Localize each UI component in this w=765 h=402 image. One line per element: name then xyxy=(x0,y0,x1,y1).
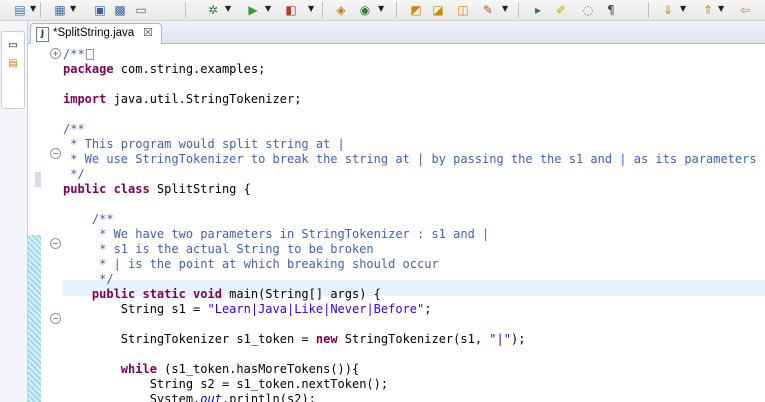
code-line-10: * We have two parameters in StringTokeni… xyxy=(63,227,490,241)
code-line-3: import java.util.StringTokenizer; xyxy=(63,92,302,106)
main-toolbar: ▤ ▦ ▣ ▩ ▭ ✲ ▶ ◧ ◈ ◉ ◩ ◪ ◫ ✎ ▸ ✐ ◌ ¶ ⇓ ⇑ ⇦ ▼ ▼ ▼ ▼ ▼ ▼ ▼ ▼ ▼ xyxy=(0,0,765,21)
dropdown-arrow-icon[interactable]: ▼ xyxy=(680,4,686,13)
open-task-icon[interactable]: ◪ xyxy=(430,2,446,18)
back-icon[interactable]: ⇦ xyxy=(737,2,753,18)
code-line-18: String s2 = s1_token.nextToken(); xyxy=(63,377,389,391)
new-wizard-icon[interactable]: ▦ xyxy=(52,2,68,18)
dropdown-arrow-icon[interactable]: ▼ xyxy=(378,4,384,13)
code-line-5: * This program would split string at | xyxy=(63,137,345,151)
toolbar-separator xyxy=(396,2,397,18)
block-selection-icon[interactable]: ◌ xyxy=(580,2,596,18)
code-line-4: /** xyxy=(63,122,85,136)
toolbar-separator xyxy=(322,2,323,18)
dropdown-arrow-icon[interactable]: ▼ xyxy=(225,4,231,13)
code-line-13: */ xyxy=(63,272,114,286)
dropdown-arrow-icon[interactable]: ▼ xyxy=(308,4,314,13)
run-icon[interactable]: ▶ xyxy=(245,2,261,18)
collapsed-comment-icon[interactable] xyxy=(85,49,94,60)
toolbar-separator xyxy=(518,2,519,18)
new-icon[interactable]: ▤ xyxy=(12,2,28,18)
dropdown-arrow-icon[interactable]: ▼ xyxy=(70,4,76,13)
expand-fold-icon[interactable]: + xyxy=(50,48,61,59)
close-tab-icon[interactable]: ☒ xyxy=(143,26,153,39)
code-line-9: /** xyxy=(63,212,114,226)
toolbar-separator xyxy=(185,2,186,18)
quick-diff-marker xyxy=(35,172,41,187)
code-line-1: /** xyxy=(63,47,94,62)
code-line-2: package com.string.examples; xyxy=(63,62,266,76)
code-line-14: public static void main(String[] args) { xyxy=(63,287,381,301)
tab-splitstring-java[interactable]: J *SplitString.java ☒ xyxy=(30,23,162,44)
code-line-16: StringTokenizer s1_token = new StringTok… xyxy=(63,332,526,346)
editor-tab-bar: J *SplitString.java ☒ xyxy=(28,21,765,44)
previous-annotation-icon[interactable]: ⇑ xyxy=(700,2,716,18)
change-ruler xyxy=(28,235,41,402)
collapse-fold-icon[interactable]: − xyxy=(50,148,61,159)
code-line-11: * s1 is the actual String to be broken xyxy=(63,242,374,256)
code-line-17: while (s1_token.hasMoreTokens()){ xyxy=(63,362,360,376)
external-tools-icon[interactable]: ◧ xyxy=(283,2,299,18)
new-class-icon[interactable]: ◉ xyxy=(357,2,373,18)
left-side-panel: ▭ ▤ xyxy=(0,21,28,402)
code-line-6: * We use StringTokenizer to break the st… xyxy=(63,152,757,166)
search-folder-icon[interactable]: ◫ xyxy=(455,2,471,18)
toolbar-separator xyxy=(40,2,41,18)
new-java-project-icon[interactable]: ◈ xyxy=(333,2,349,18)
code-line-15: String s1 = "Learn|Java|Like|Never|Befor… xyxy=(63,302,432,316)
print-icon[interactable]: ▭ xyxy=(133,2,149,18)
tab-label: *SplitString.java xyxy=(53,27,135,39)
code-line-7: */ xyxy=(63,167,85,181)
mark-occurrences-icon[interactable]: ✐ xyxy=(553,2,569,18)
debug-icon[interactable]: ✲ xyxy=(205,2,221,18)
code-line-8: public class SplitString { xyxy=(63,182,251,196)
pen-icon[interactable]: ✎ xyxy=(480,2,496,18)
collapse-fold-icon[interactable]: − xyxy=(50,313,61,324)
skip-breakpoints-icon[interactable]: ▸ xyxy=(530,2,546,18)
restore-view-icon[interactable]: ▭ xyxy=(7,40,19,52)
save-icon[interactable]: ▣ xyxy=(92,2,108,18)
save-all-icon[interactable]: ▩ xyxy=(112,2,128,18)
collapse-fold-icon[interactable]: − xyxy=(50,238,61,249)
package-explorer-icon[interactable]: ▤ xyxy=(7,58,19,70)
code-line-19: System.out.println(s2); xyxy=(63,392,316,402)
minimized-views-box: ▭ ▤ xyxy=(1,31,25,109)
show-whitespace-icon[interactable]: ¶ xyxy=(603,2,619,18)
next-annotation-icon[interactable]: ⇓ xyxy=(660,2,676,18)
open-type-icon[interactable]: ◩ xyxy=(408,2,424,18)
code-area[interactable]: /** package com.string.examples; import … xyxy=(63,44,765,402)
dropdown-arrow-icon[interactable]: ▼ xyxy=(265,4,271,13)
toolbar-separator xyxy=(648,2,649,18)
dropdown-arrow-icon[interactable]: ▼ xyxy=(30,4,36,13)
code-line-12: * | is the point at which breaking shoul… xyxy=(63,257,439,271)
java-editor: J *SplitString.java ☒ + − − − /** packag… xyxy=(28,21,765,402)
dropdown-arrow-icon[interactable]: ▼ xyxy=(502,4,508,13)
java-file-icon: J xyxy=(36,27,49,42)
dropdown-arrow-icon[interactable]: ▼ xyxy=(718,4,724,13)
editor-gutter: + − − − xyxy=(28,44,62,402)
